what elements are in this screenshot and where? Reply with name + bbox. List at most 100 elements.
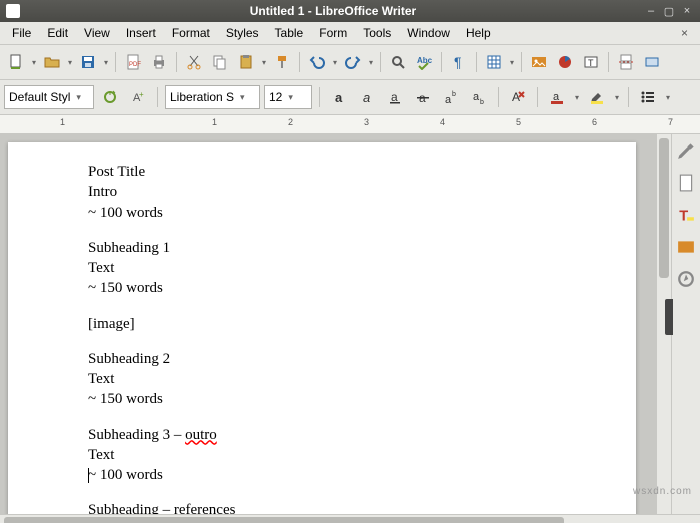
update-style-button[interactable] bbox=[98, 85, 122, 109]
italic-button[interactable]: a bbox=[355, 85, 379, 109]
menu-format[interactable]: Format bbox=[164, 24, 218, 42]
text-line[interactable]: Text bbox=[88, 258, 556, 278]
menu-table[interactable]: Table bbox=[267, 24, 312, 42]
document-scroll[interactable]: Post TitleIntro~ 100 wordsSubheading 1Te… bbox=[0, 134, 656, 514]
vertical-scrollbar[interactable] bbox=[656, 134, 671, 514]
watermark: wsxdn.com bbox=[633, 486, 692, 497]
strikethrough-button[interactable]: a bbox=[411, 85, 435, 109]
insert-table-button[interactable] bbox=[482, 50, 506, 74]
minimize-button[interactable]: – bbox=[644, 4, 658, 18]
text-line[interactable]: ~ 150 words bbox=[88, 389, 556, 409]
bullet-list-button[interactable] bbox=[636, 85, 660, 109]
open-button[interactable] bbox=[40, 50, 64, 74]
menu-help[interactable]: Help bbox=[458, 24, 499, 42]
insert-textbox-button[interactable]: T bbox=[579, 50, 603, 74]
save-dropdown[interactable]: ▾ bbox=[102, 58, 110, 67]
table-dropdown[interactable]: ▾ bbox=[508, 58, 516, 67]
clone-formatting-button[interactable] bbox=[270, 50, 294, 74]
export-pdf-button[interactable]: PDF bbox=[121, 50, 145, 74]
bold-button[interactable]: a bbox=[327, 85, 351, 109]
text-line[interactable]: ~ 100 words bbox=[88, 465, 556, 485]
svg-text:T: T bbox=[679, 209, 688, 224]
spellcheck-button[interactable]: Abc bbox=[412, 50, 436, 74]
horizontal-scrollbar[interactable] bbox=[0, 514, 700, 523]
cut-button[interactable] bbox=[182, 50, 206, 74]
insert-page-break-button[interactable] bbox=[614, 50, 638, 74]
menu-insert[interactable]: Insert bbox=[118, 24, 164, 42]
paragraph-style-combo[interactable]: Default Styl▾ bbox=[4, 85, 94, 109]
font-name-combo[interactable]: Liberation S▾ bbox=[165, 85, 260, 109]
highlight-button[interactable] bbox=[585, 85, 609, 109]
undo-dropdown[interactable]: ▾ bbox=[331, 58, 339, 67]
separator bbox=[319, 87, 320, 107]
svg-text:+: + bbox=[139, 90, 144, 99]
svg-text:PDF: PDF bbox=[129, 62, 141, 68]
formatting-marks-button[interactable]: ¶ bbox=[447, 50, 471, 74]
document-close-button[interactable]: × bbox=[673, 24, 696, 42]
text-line[interactable]: Text bbox=[88, 445, 556, 465]
text-line[interactable]: ~ 150 words bbox=[88, 278, 556, 298]
page[interactable]: Post TitleIntro~ 100 wordsSubheading 1Te… bbox=[8, 142, 636, 514]
menu-view[interactable]: View bbox=[76, 24, 118, 42]
font-color-button[interactable]: a bbox=[545, 85, 569, 109]
menu-window[interactable]: Window bbox=[399, 24, 458, 42]
text-line[interactable]: Intro bbox=[88, 182, 556, 202]
paste-dropdown[interactable]: ▾ bbox=[260, 58, 268, 67]
redo-button[interactable] bbox=[341, 50, 365, 74]
undo-button[interactable] bbox=[305, 50, 329, 74]
font-color-dropdown[interactable]: ▾ bbox=[573, 93, 581, 102]
text-line[interactable]: Subheading – references bbox=[88, 500, 556, 514]
svg-text:a: a bbox=[445, 94, 452, 105]
highlight-dropdown[interactable]: ▾ bbox=[613, 93, 621, 102]
svg-text:b: b bbox=[452, 91, 456, 98]
subscript-button[interactable]: ab bbox=[467, 85, 491, 109]
text-line[interactable]: Post Title bbox=[88, 162, 556, 182]
copy-button[interactable] bbox=[208, 50, 232, 74]
new-dropdown[interactable]: ▾ bbox=[30, 58, 38, 67]
open-dropdown[interactable]: ▾ bbox=[66, 58, 74, 67]
bullet-list-dropdown[interactable]: ▾ bbox=[664, 93, 672, 102]
menu-file[interactable]: File bbox=[4, 24, 39, 42]
print-button[interactable] bbox=[147, 50, 171, 74]
sidebar-page-icon[interactable] bbox=[675, 172, 697, 194]
text-line[interactable]: Subheading 2 bbox=[88, 349, 556, 369]
separator bbox=[628, 87, 629, 107]
sidebar-styles-icon[interactable]: T bbox=[675, 204, 697, 226]
scrollbar-thumb[interactable] bbox=[659, 138, 669, 278]
clear-formatting-button[interactable]: A bbox=[506, 85, 530, 109]
svg-text:Abc: Abc bbox=[417, 56, 432, 65]
sidebar-gallery-icon[interactable] bbox=[675, 236, 697, 258]
menu-styles[interactable]: Styles bbox=[218, 24, 267, 42]
sidebar-expand-handle[interactable] bbox=[665, 299, 673, 335]
separator bbox=[498, 87, 499, 107]
new-style-button[interactable]: A+ bbox=[126, 85, 150, 109]
underline-button[interactable]: a bbox=[383, 85, 407, 109]
insert-chart-button[interactable] bbox=[553, 50, 577, 74]
separator bbox=[537, 87, 538, 107]
insert-field-button[interactable] bbox=[640, 50, 664, 74]
sidebar-properties-icon[interactable] bbox=[675, 140, 697, 162]
text-line[interactable]: Text bbox=[88, 369, 556, 389]
menu-edit[interactable]: Edit bbox=[39, 24, 76, 42]
text-line[interactable]: [image] bbox=[88, 314, 556, 334]
text-line[interactable]: Subheading 3 – outro bbox=[88, 425, 556, 445]
superscript-button[interactable]: ab bbox=[439, 85, 463, 109]
text-line[interactable]: ~ 100 words bbox=[88, 203, 556, 223]
horizontal-ruler[interactable]: 11234567 bbox=[0, 115, 700, 134]
paste-button[interactable] bbox=[234, 50, 258, 74]
menu-form[interactable]: Form bbox=[311, 24, 355, 42]
svg-text:T: T bbox=[588, 58, 594, 68]
text-line[interactable]: Subheading 1 bbox=[88, 238, 556, 258]
close-window-button[interactable]: × bbox=[680, 4, 694, 18]
find-button[interactable] bbox=[386, 50, 410, 74]
menu-tools[interactable]: Tools bbox=[355, 24, 399, 42]
insert-image-button[interactable] bbox=[527, 50, 551, 74]
redo-dropdown[interactable]: ▾ bbox=[367, 58, 375, 67]
new-button[interactable] bbox=[4, 50, 28, 74]
maximize-button[interactable]: ▢ bbox=[662, 4, 676, 18]
font-size-combo[interactable]: 12▾ bbox=[264, 85, 312, 109]
separator bbox=[476, 52, 477, 72]
scrollbar-thumb[interactable] bbox=[4, 517, 564, 523]
sidebar-navigator-icon[interactable] bbox=[675, 268, 697, 290]
save-button[interactable] bbox=[76, 50, 100, 74]
